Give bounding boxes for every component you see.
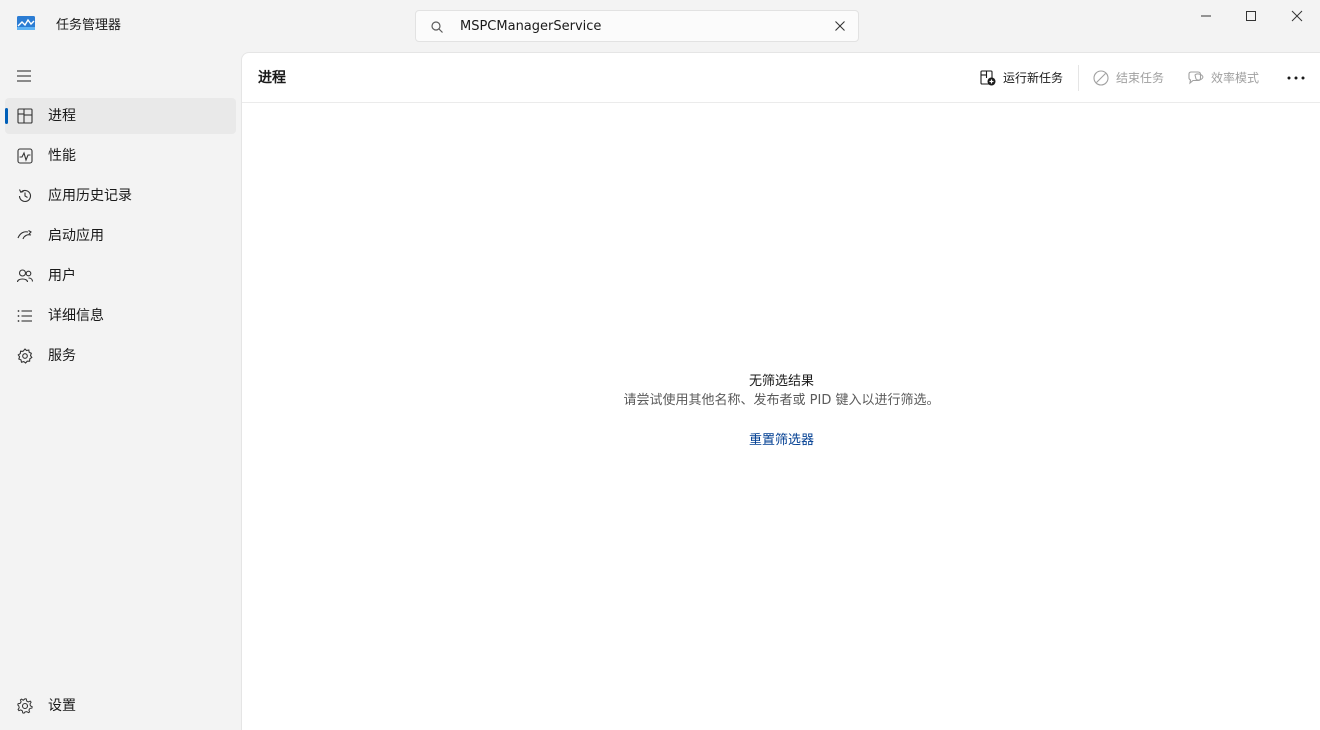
sidebar-item-details[interactable]: 详细信息	[5, 298, 236, 334]
end-task-label: 结束任务	[1116, 71, 1165, 85]
search-icon	[431, 21, 443, 33]
history-icon	[18, 189, 32, 202]
nav-toggle-button[interactable]	[8, 60, 40, 92]
sidebar-item-app-history[interactable]: 应用历史记录	[5, 178, 236, 214]
search-box[interactable]	[415, 10, 859, 42]
maximize-button[interactable]	[1228, 0, 1274, 32]
performance-icon	[17, 148, 33, 164]
run-new-task-icon	[980, 70, 996, 86]
sidebar-item-label: 服务	[48, 348, 76, 364]
more-options-button[interactable]	[1282, 65, 1310, 91]
efficiency-mode-button[interactable]: 效率模式	[1187, 65, 1259, 91]
efficiency-mode-icon	[1188, 71, 1204, 85]
empty-state-title: 无筛选结果	[748, 374, 814, 389]
sidebar-item-label: 应用历史记录	[48, 188, 132, 204]
sidebar-item-label: 用户	[48, 268, 76, 284]
run-new-task-button[interactable]: 运行新任务	[979, 65, 1063, 91]
minimize-icon	[1201, 15, 1211, 17]
sidebar-item-label: 进程	[48, 108, 76, 124]
page-title: 进程	[258, 70, 286, 86]
sidebar-item-services[interactable]: 服务	[5, 338, 236, 374]
startup-icon	[17, 230, 32, 240]
gear-icon	[17, 698, 33, 714]
search-input[interactable]	[460, 16, 820, 36]
task-manager-window: 任务管理器 MSPCManagerService 进程 性能 应用历史记录 启动…	[0, 0, 1320, 730]
processes-icon	[17, 108, 33, 124]
sidebar-item-performance[interactable]: 性能	[5, 138, 236, 174]
active-indicator	[5, 108, 8, 124]
sidebar-item-label: 性能	[48, 148, 76, 164]
main-content: 进程 运行新任务 结束任务 效率模式 无筛选结果 请尝试使用其他名称、发布者或 …	[241, 52, 1320, 730]
maximize-icon	[1246, 11, 1256, 21]
end-task-button[interactable]: 结束任务	[1092, 65, 1164, 91]
details-icon	[17, 310, 32, 322]
end-task-icon	[1093, 70, 1109, 86]
toolbar-divider	[1078, 65, 1079, 91]
sidebar-item-label: 设置	[48, 698, 76, 714]
efficiency-mode-label: 效率模式	[1211, 71, 1260, 85]
reset-filter-link[interactable]: 重置筛选器	[749, 432, 814, 450]
app-title: 任务管理器	[56, 18, 122, 33]
sidebar-item-users[interactable]: 用户	[5, 258, 236, 294]
hamburger-icon	[17, 70, 31, 82]
empty-state: 无筛选结果 请尝试使用其他名称、发布者或 PID 键入以进行筛选。 重置筛选器	[242, 373, 1320, 450]
clear-search-icon[interactable]	[834, 20, 846, 32]
run-new-task-label: 运行新任务	[1003, 71, 1064, 85]
sidebar: 进程 性能 应用历史记录 启动应用 用户 详细信息 服务 设置	[0, 52, 240, 730]
close-button[interactable]	[1274, 0, 1320, 32]
task-manager-app-icon	[17, 16, 35, 30]
services-icon	[17, 348, 33, 364]
sidebar-item-label: 启动应用	[48, 228, 104, 244]
sidebar-item-label: 详细信息	[48, 308, 104, 324]
title-bar: 任务管理器	[0, 0, 1320, 52]
minimize-button[interactable]	[1183, 0, 1229, 32]
sidebar-item-processes[interactable]: 进程	[5, 98, 236, 134]
more-icon	[1287, 76, 1305, 80]
content-header: 进程 运行新任务 结束任务 效率模式	[242, 53, 1320, 103]
empty-state-description: 请尝试使用其他名称、发布者或 PID 键入以进行筛选。	[623, 393, 940, 408]
sidebar-item-settings[interactable]: 设置	[5, 688, 236, 724]
close-icon	[1291, 10, 1303, 22]
sidebar-item-startup-apps[interactable]: 启动应用	[5, 218, 236, 254]
users-icon	[16, 269, 34, 283]
